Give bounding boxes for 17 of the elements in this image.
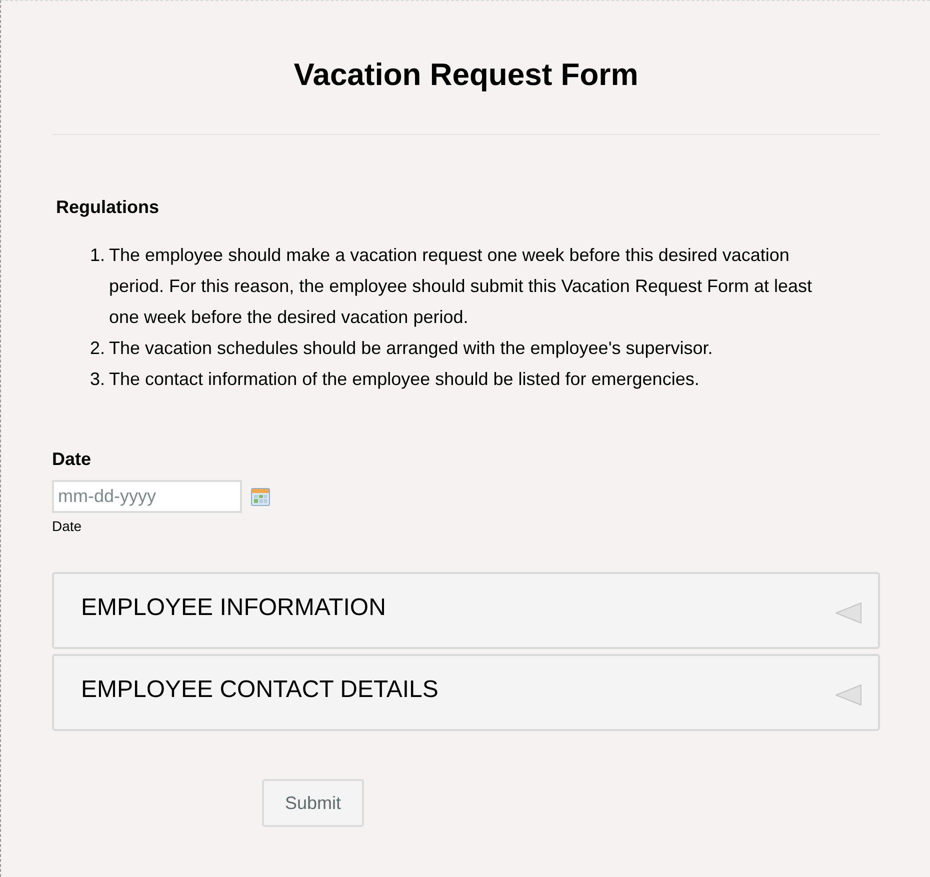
regulation-text: The vacation schedules should be arranged with the employee's supervisor. — [109, 337, 713, 360]
calendar-icon[interactable] — [251, 488, 270, 506]
collapsible-section-header[interactable]: EMPLOYEE INFORMATION — [52, 572, 880, 649]
triangle-left-icon — [835, 602, 862, 624]
list-number: 3. — [88, 368, 106, 391]
regulations-heading: Regulations — [56, 196, 160, 219]
date-input-field[interactable]: mm-dd-yyyy — [52, 480, 242, 513]
list-number: 1. — [88, 244, 106, 267]
list-number: 2. — [88, 337, 106, 360]
submit-button[interactable]: Submit — [262, 779, 364, 827]
date-label: Date — [52, 448, 92, 471]
regulation-text: The contact information of the employee should be listed for emergencies. — [109, 368, 700, 391]
form-title: Vacation Request Form — [292, 56, 640, 94]
triangle-left-icon — [835, 684, 862, 706]
date-sublabel: Date — [52, 517, 82, 535]
regulation-text: The employee should make a vacation request one week before this desired vacation period. For this reason, the employee should submit this Vacation Request Form at least one week before the desired vacation period. — [109, 244, 814, 329]
collapsible-section-header[interactable]: EMPLOYEE CONTACT DETAILS — [52, 654, 880, 731]
